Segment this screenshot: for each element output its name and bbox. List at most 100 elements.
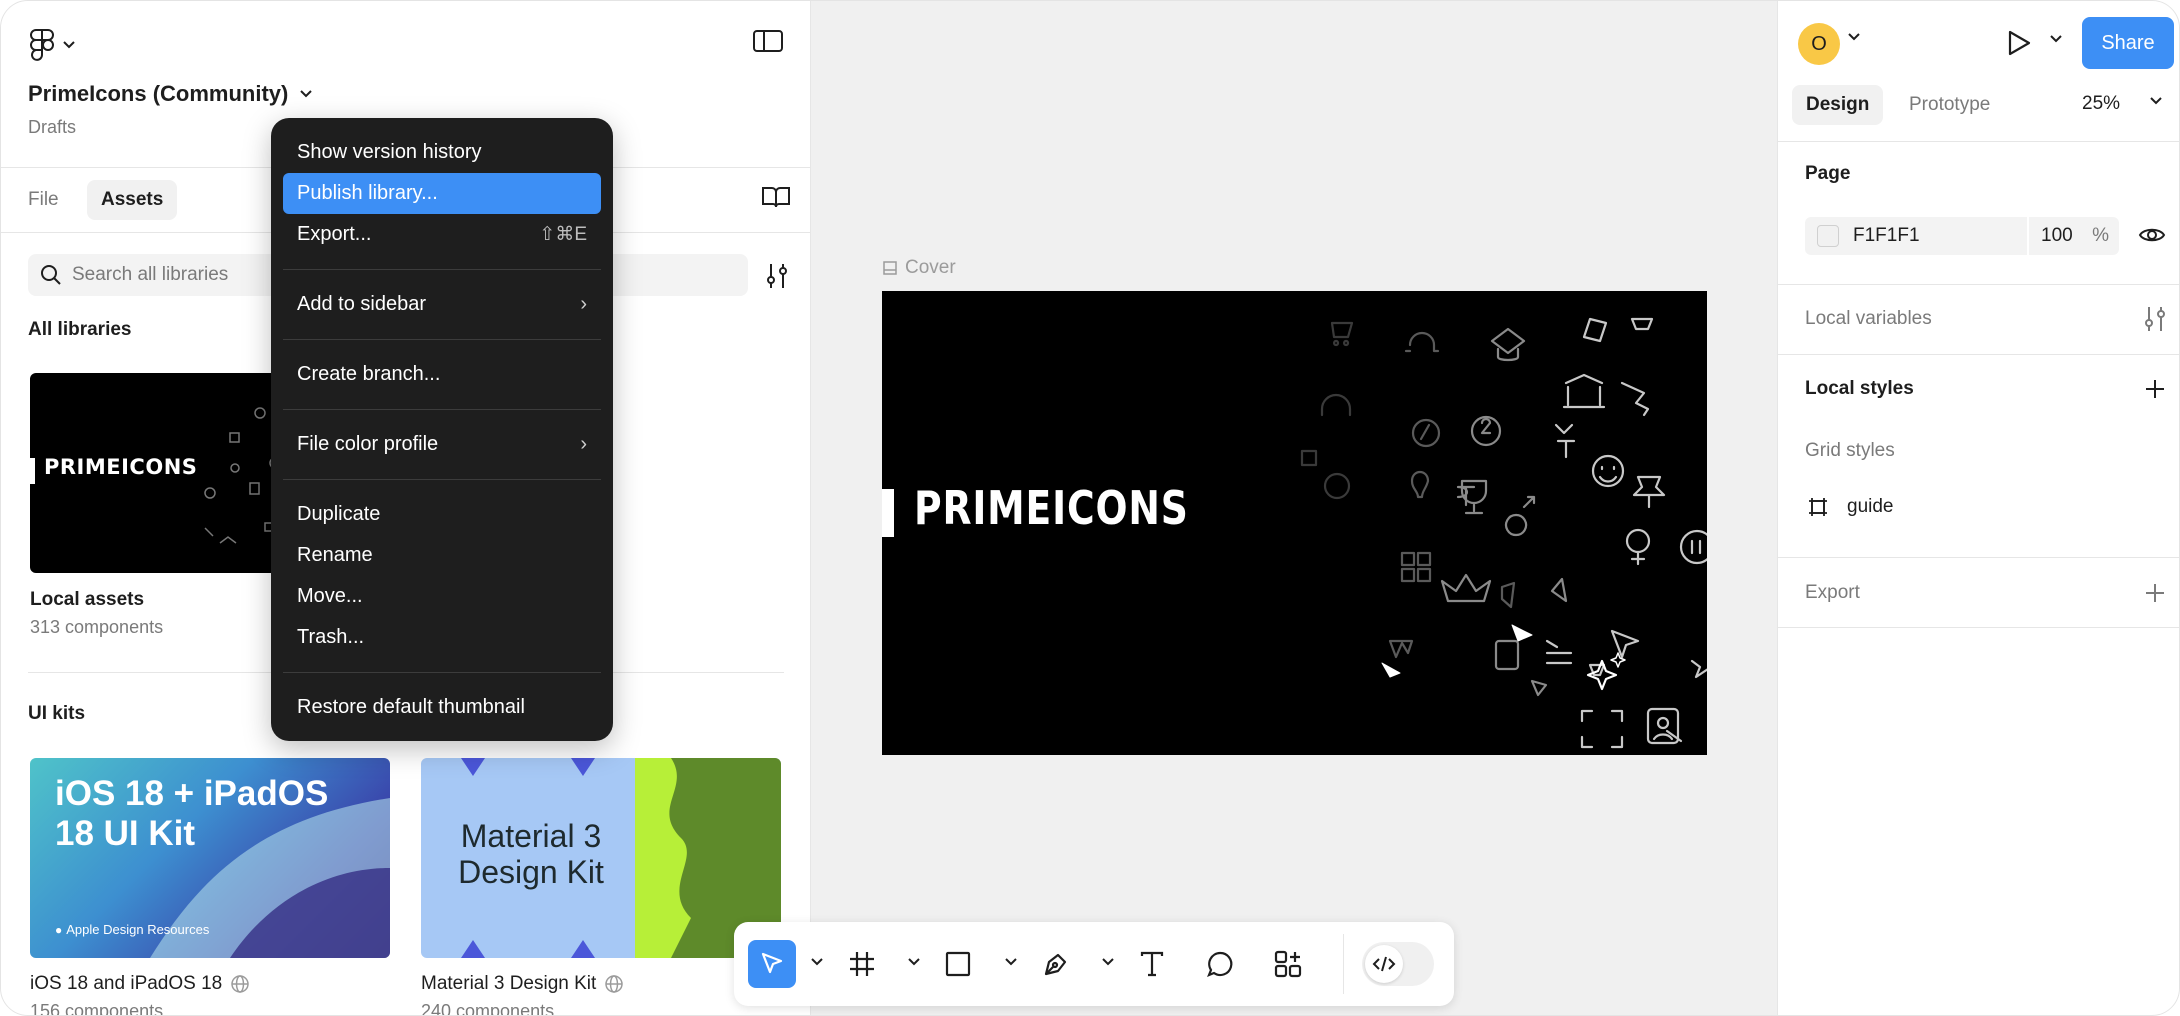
local-assets-count: 313 components	[30, 617, 164, 637]
move-tool[interactable]	[748, 940, 796, 988]
export-label[interactable]: Export	[1805, 582, 1860, 604]
material-kit-thumbnail[interactable]: Material 3 Design Kit	[421, 758, 781, 958]
page-opacity-field[interactable]: 100 %	[2027, 217, 2119, 255]
page-heading: Page	[1805, 163, 1851, 184]
grid-icon	[1809, 498, 1827, 516]
chevron-down-icon	[63, 41, 75, 49]
menu-item-label: Duplicate	[297, 503, 381, 525]
play-icon[interactable]	[2006, 29, 2032, 57]
dev-mode-toggle[interactable]	[1362, 942, 1434, 986]
chevron-down-icon[interactable]	[2050, 35, 2062, 43]
tab-prototype[interactable]: Prototype	[1895, 85, 2004, 125]
menu-item-trash[interactable]: Trash...	[283, 617, 601, 658]
filter-button[interactable]	[765, 263, 789, 294]
cover-accent-bar	[882, 489, 894, 537]
components-icon	[1274, 950, 1302, 978]
avatar[interactable]: O	[1798, 23, 1840, 65]
figma-logo-icon	[30, 29, 54, 61]
tab-file[interactable]: File	[14, 180, 73, 220]
file-location[interactable]: Drafts	[28, 117, 76, 138]
app-window: PrimeIcons (Community) Drafts File Asset…	[0, 0, 2180, 1016]
toggle-sidebar-button[interactable]	[753, 29, 783, 58]
text-tool[interactable]	[1128, 940, 1176, 988]
chevron-down-icon[interactable]	[1102, 958, 1114, 966]
local-styles-heading: Local styles	[1805, 378, 1914, 399]
menu-item-label: Show version history	[297, 141, 482, 163]
zoom-level[interactable]: 25%	[2082, 93, 2120, 115]
apple-icon: ●	[55, 922, 63, 937]
chevron-right-icon: ›	[580, 293, 587, 315]
rectangle-icon	[945, 951, 971, 977]
actions-tool[interactable]	[1264, 940, 1312, 988]
search-icon	[41, 265, 61, 285]
tab-assets[interactable]: Assets	[87, 180, 178, 220]
menu-item-export[interactable]: Export... ⇧⌘E	[283, 214, 601, 255]
cover-title: PRIMEICONS	[914, 481, 1189, 535]
share-button[interactable]: Share	[2082, 17, 2174, 69]
page-opacity-value: 100	[2041, 225, 2073, 246]
menu-item-shortcut: ⇧⌘E	[539, 224, 587, 245]
menu-item-show-version-history[interactable]: Show version history	[283, 132, 601, 173]
local-assets-title[interactable]: Local assets	[30, 589, 144, 611]
plus-icon[interactable]	[2144, 378, 2166, 400]
text-icon	[1140, 951, 1164, 977]
comment-tool[interactable]	[1196, 940, 1244, 988]
sliders-icon[interactable]	[2144, 306, 2166, 332]
menu-item-move[interactable]: Move...	[283, 576, 601, 617]
divider	[1778, 627, 2179, 628]
menu-item-publish-library[interactable]: Publish library...	[283, 173, 601, 214]
material-kit-title[interactable]: Material 3 Design Kit	[421, 973, 624, 995]
shape-tool[interactable]	[934, 940, 982, 988]
grid-styles-label: Grid styles	[1805, 440, 1895, 461]
frame-icon	[883, 261, 897, 275]
menu-item-label: Publish library...	[297, 182, 438, 204]
menu-item-label: Move...	[297, 585, 363, 607]
menu-separator	[283, 269, 601, 270]
chevron-down-icon[interactable]	[1005, 958, 1017, 966]
menu-item-add-to-sidebar[interactable]: Add to sidebar ›	[283, 284, 601, 325]
page-color-field[interactable]: F1F1F1 100 %	[1805, 217, 2119, 255]
pen-tool[interactable]	[1032, 940, 1080, 988]
file-name-button[interactable]: PrimeIcons (Community)	[28, 81, 313, 107]
ios-kit-thumbnail[interactable]: iOS 18 + iPadOS 18 UI Kit ● Apple Design…	[30, 758, 390, 958]
menu-item-duplicate[interactable]: Duplicate	[283, 494, 601, 535]
eye-icon[interactable]	[2138, 225, 2166, 245]
right-panel: O Share Design Prototype 25% Page F1F1F1…	[1777, 1, 2179, 1015]
page-color-swatch[interactable]	[1817, 225, 1839, 247]
cover-frame[interactable]: PRIMEICONS	[882, 291, 1707, 755]
chevron-right-icon: ›	[580, 433, 587, 455]
menu-item-file-color-profile[interactable]: File color profile ›	[283, 424, 601, 465]
menu-item-create-branch[interactable]: Create branch...	[283, 354, 601, 395]
all-libraries-label: All libraries	[28, 319, 132, 340]
divider	[1778, 557, 2179, 558]
material-kit-count: 240 components	[421, 1001, 555, 1016]
chevron-down-icon[interactable]	[1848, 33, 1860, 41]
menu-item-label: Export...	[297, 223, 372, 245]
book-icon	[762, 187, 790, 208]
frame-tool[interactable]	[838, 940, 886, 988]
page-color-hex[interactable]: F1F1F1	[1853, 225, 2023, 247]
sidebar-icon	[753, 30, 783, 52]
chevron-down-icon	[300, 90, 313, 98]
cursor-icon	[761, 952, 783, 974]
frame-name: Cover	[905, 257, 956, 278]
menu-item-restore-default-thumbnail[interactable]: Restore default thumbnail	[283, 687, 601, 728]
plus-icon[interactable]	[2144, 582, 2166, 604]
tab-design[interactable]: Design	[1792, 85, 1884, 125]
menu-item-rename[interactable]: Rename	[283, 535, 601, 576]
chevron-down-icon[interactable]	[2150, 97, 2162, 105]
thumb-text: PRIMEICONS	[44, 455, 198, 479]
ios-kit-title[interactable]: iOS 18 and iPadOS 18	[30, 973, 250, 995]
main-menu-button[interactable]	[29, 29, 75, 61]
chevron-down-icon[interactable]	[908, 958, 920, 966]
menu-item-label: Add to sidebar	[297, 293, 426, 315]
menu-item-label: Trash...	[297, 626, 365, 648]
sliders-icon	[767, 264, 787, 288]
grid-style-guide[interactable]: guide	[1847, 496, 1894, 518]
frame-label[interactable]: Cover	[883, 257, 956, 279]
local-variables-label[interactable]: Local variables	[1805, 308, 1932, 330]
file-context-menu: Show version history Publish library... …	[271, 118, 613, 741]
libraries-button[interactable]	[761, 185, 791, 214]
chevron-down-icon[interactable]	[811, 958, 823, 966]
file-title: PrimeIcons (Community)	[28, 81, 289, 106]
